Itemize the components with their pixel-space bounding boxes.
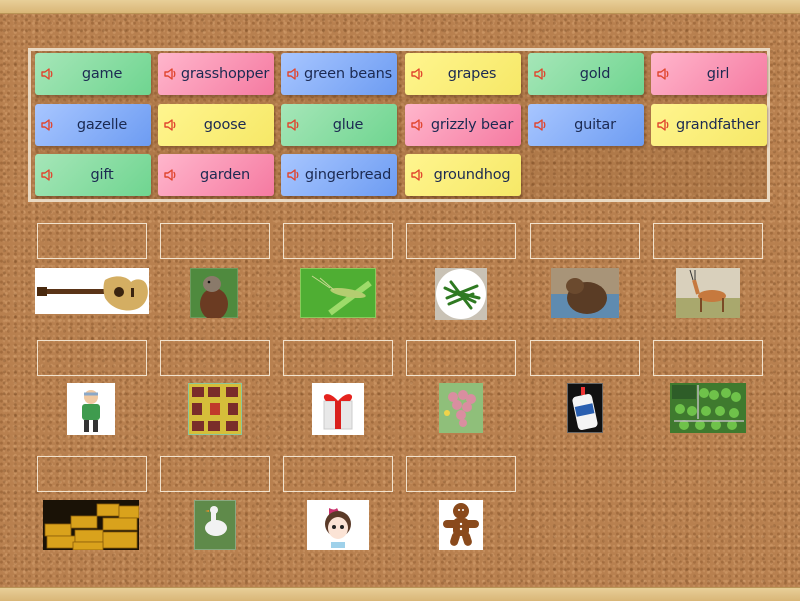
word-card-goose[interactable]: goose: [158, 104, 274, 146]
grandfather-image: [67, 383, 115, 435]
speaker-icon[interactable]: [40, 117, 56, 133]
word-card-girl[interactable]: girl: [651, 53, 767, 95]
speaker-icon[interactable]: [286, 66, 302, 82]
word-card-label: green beans: [303, 66, 393, 82]
word-card-green-beans[interactable]: green beans: [281, 53, 397, 95]
speaker-icon[interactable]: [163, 66, 179, 82]
word-card-gingerbread[interactable]: gingerbread: [281, 154, 397, 196]
drop-slot[interactable]: [406, 223, 516, 259]
gift-image: [312, 383, 364, 435]
gold-image: [43, 500, 139, 550]
drop-slot[interactable]: [406, 456, 516, 492]
word-card-label: game: [81, 66, 123, 82]
speaker-icon[interactable]: [533, 66, 549, 82]
drop-slot[interactable]: [283, 340, 393, 376]
word-card-gift[interactable]: gift: [35, 154, 151, 196]
board-frame-top: [0, 0, 800, 14]
goose-image: [194, 500, 236, 550]
word-card-label: garden: [200, 167, 250, 183]
speaker-icon[interactable]: [163, 117, 179, 133]
word-card-label: gift: [90, 167, 114, 183]
girl-image: [307, 500, 369, 550]
speaker-icon[interactable]: [40, 66, 56, 82]
word-card-grapes[interactable]: grapes: [405, 53, 521, 95]
word-card-gazelle[interactable]: gazelle: [35, 104, 151, 146]
gazelle-image: [676, 268, 740, 318]
word-card-label: grizzly bear: [430, 117, 514, 133]
word-card-grandfather[interactable]: grandfather: [651, 104, 767, 146]
speaker-icon[interactable]: [410, 117, 426, 133]
word-card-groundhog[interactable]: groundhog: [405, 154, 521, 196]
word-card-label: gazelle: [76, 117, 128, 133]
speaker-icon[interactable]: [533, 117, 549, 133]
drop-slot[interactable]: [160, 223, 270, 259]
word-card-grasshopper[interactable]: grasshopper: [158, 53, 274, 95]
drop-slot[interactable]: [653, 340, 763, 376]
speaker-icon[interactable]: [286, 117, 302, 133]
glue-image: [567, 383, 603, 433]
green-beans-image: [435, 268, 487, 320]
word-card-label: grandfather: [676, 117, 760, 133]
word-card-grizzly-bear[interactable]: grizzly bear: [405, 104, 521, 146]
word-card-label: gold: [579, 66, 611, 82]
speaker-icon[interactable]: [656, 66, 672, 82]
word-card-glue[interactable]: glue: [281, 104, 397, 146]
game-image: [188, 383, 242, 435]
word-card-label: groundhog: [433, 167, 511, 183]
speaker-icon[interactable]: [40, 167, 56, 183]
word-card-label: guitar: [574, 117, 616, 133]
speaker-icon[interactable]: [656, 117, 672, 133]
board-frame-bottom: [0, 587, 800, 601]
word-card-garden[interactable]: garden: [158, 154, 274, 196]
word-card-label: goose: [203, 117, 247, 133]
drop-slot[interactable]: [283, 223, 393, 259]
word-card-label: grasshopper: [180, 66, 270, 82]
word-card-gold[interactable]: gold: [528, 53, 644, 95]
word-card-label: grapes: [447, 66, 497, 82]
word-card-label: girl: [706, 66, 730, 82]
speaker-icon[interactable]: [410, 167, 426, 183]
drop-slot[interactable]: [37, 340, 147, 376]
speaker-icon[interactable]: [286, 167, 302, 183]
drop-slot[interactable]: [160, 340, 270, 376]
speaker-icon[interactable]: [163, 167, 179, 183]
guitar-image: [35, 268, 149, 314]
drop-slot[interactable]: [37, 456, 147, 492]
speaker-icon[interactable]: [410, 66, 426, 82]
word-card-label: gingerbread: [304, 167, 392, 183]
drop-slot[interactable]: [653, 223, 763, 259]
groundhog-image: [190, 268, 238, 318]
drop-slot[interactable]: [37, 223, 147, 259]
word-card-game[interactable]: game: [35, 53, 151, 95]
gingerbread-image: [439, 500, 483, 550]
grasshopper-image: [300, 268, 376, 318]
drop-slot[interactable]: [160, 456, 270, 492]
drop-slot[interactable]: [283, 456, 393, 492]
grapes-image: [439, 383, 483, 433]
word-card-guitar[interactable]: guitar: [528, 104, 644, 146]
drop-slot[interactable]: [406, 340, 516, 376]
drop-slot[interactable]: [530, 340, 640, 376]
word-card-label: glue: [332, 117, 364, 133]
garden-image: [670, 383, 746, 433]
grizzly-bear-image: [551, 268, 619, 318]
drop-slot[interactable]: [530, 223, 640, 259]
